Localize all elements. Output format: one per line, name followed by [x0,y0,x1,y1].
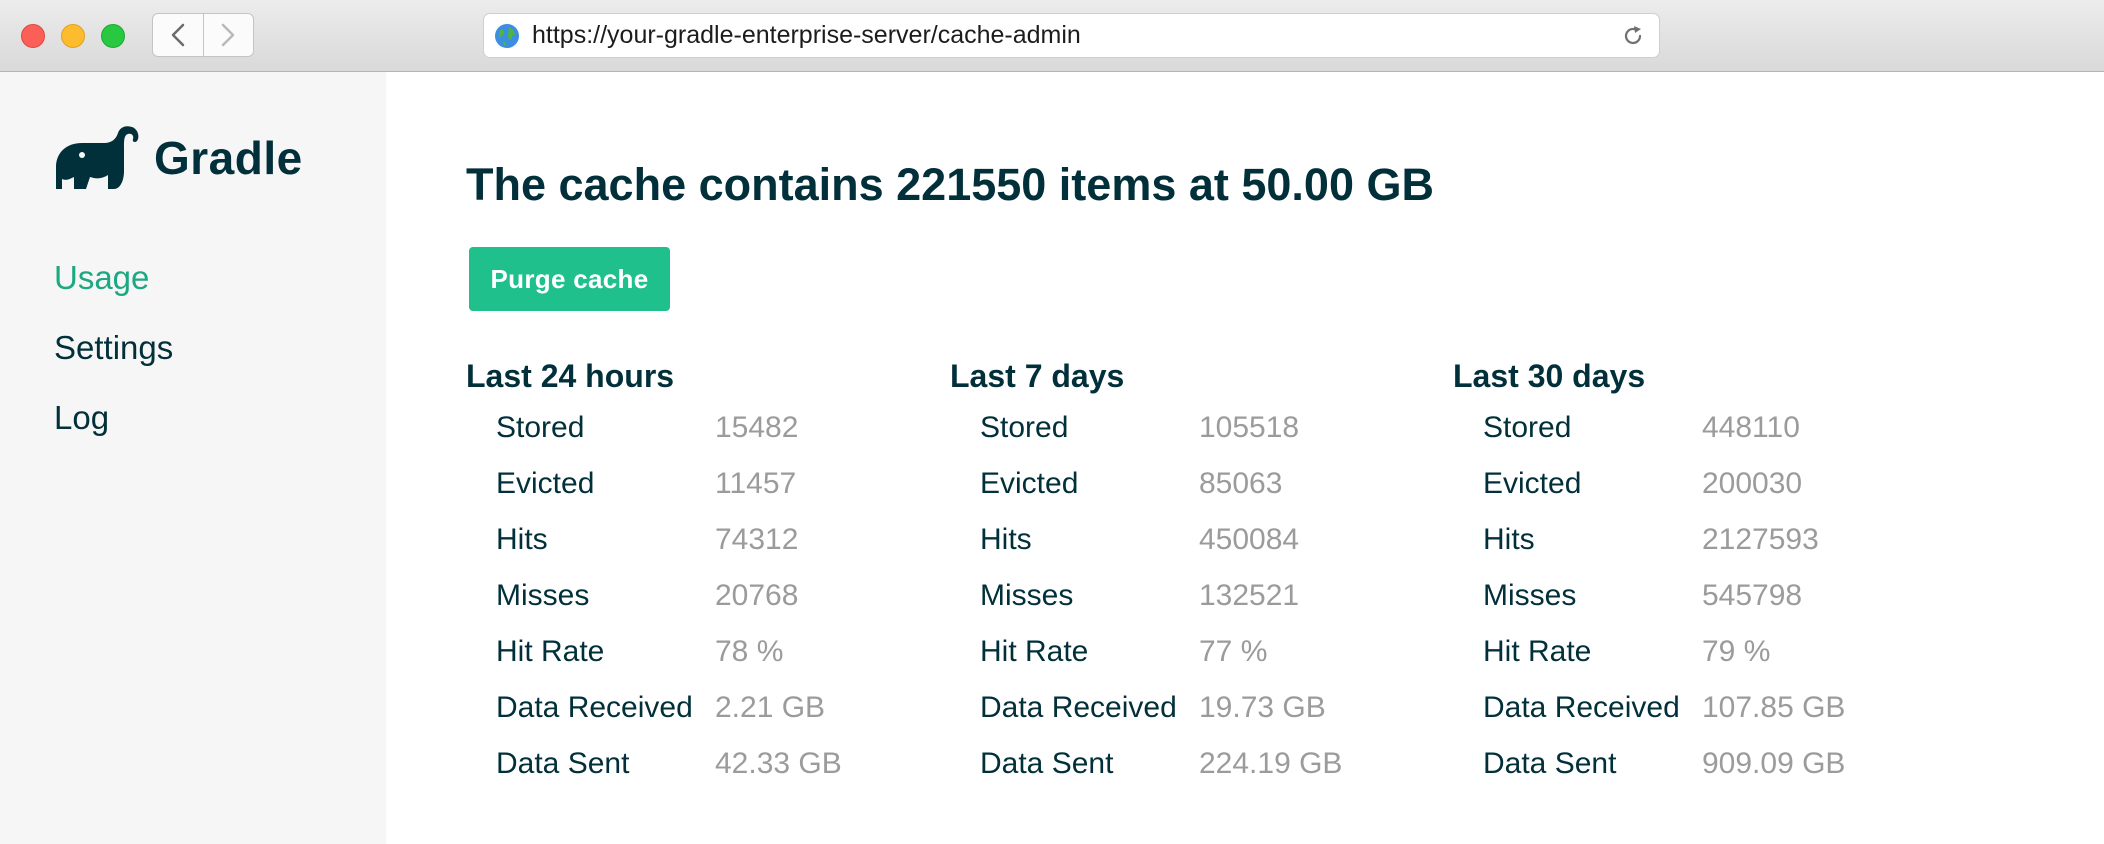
stat-label: Data Sent [496,747,630,780]
purge-cache-button[interactable]: Purge cache [469,247,670,311]
stats-title: Last 24 hours [466,358,675,394]
stat-label: Hits [496,523,548,556]
stat-value: 11457 [715,467,797,500]
stat-value: 200030 [1702,467,1803,500]
stat-value: 132521 [1199,579,1300,612]
nav-settings[interactable]: Settings [54,328,173,368]
stat-row: Hits 450084 [950,512,1299,568]
stat-value: 78 % [715,635,784,668]
stat-label: Stored [496,411,585,444]
stat-row: Stored 105518 [950,400,1299,456]
stat-value: 224.19 GB [1199,747,1343,780]
stats-title: Last 7 days [950,358,1125,394]
stat-row: Data Received 107.85 GB [1453,680,1845,736]
stat-label: Hit Rate [496,635,605,668]
stat-row: Data Received 19.73 GB [950,680,1326,736]
stat-label: Hit Rate [1483,635,1592,668]
stat-value: 2127593 [1702,523,1819,556]
main-content: The cache contains 221550 items at 50.00… [386,72,2104,844]
minimize-window-icon[interactable] [61,24,85,48]
sidebar: Gradle Usage Settings Log [0,72,386,844]
stat-value: 19.73 GB [1199,691,1326,724]
stat-row: Data Sent 909.09 GB [1453,736,1845,792]
stat-row: Hits 74312 [466,512,798,568]
stat-label: Hits [980,523,1032,556]
stat-value: 450084 [1199,523,1300,556]
stat-row: Data Sent 42.33 GB [466,736,842,792]
stat-row: Evicted 200030 [1453,456,1802,512]
stat-value: 545798 [1702,579,1803,612]
stat-value: 79 % [1702,635,1771,668]
stat-label: Evicted [496,467,595,500]
stat-value: 448110 [1702,411,1800,444]
stat-label: Misses [980,579,1074,612]
close-window-icon[interactable] [21,24,45,48]
browser-toolbar: https://your-gradle-enterprise-server/ca… [0,0,2104,72]
stat-value: 909.09 GB [1702,747,1846,780]
stat-row: Hit Rate 78 % [466,624,783,680]
stat-label: Misses [1483,579,1577,612]
url-text: https://your-gradle-enterprise-server/ca… [532,21,1081,49]
stat-row: Data Sent 224.19 GB [950,736,1342,792]
stat-row: Misses 20768 [466,568,798,624]
stat-label: Data Sent [1483,747,1617,780]
forward-button[interactable] [202,14,254,56]
address-bar[interactable]: https://your-gradle-enterprise-server/ca… [483,13,1660,58]
stats-last-7-days: Last 7 days Stored 105518 Evicted 85063 Hi… [950,352,1342,792]
reload-icon[interactable] [1621,24,1645,48]
stat-row: Misses 132521 [950,568,1299,624]
stats-last-24-hours: Last 24 hours Stored 15482 Evicted 11457 H… [466,352,842,792]
stat-label: Stored [1483,411,1572,444]
back-button[interactable] [153,14,203,56]
stat-value: 2.21 GB [715,691,826,724]
forward-arrow-icon [222,23,235,47]
stat-row: Evicted 85063 [950,456,1282,512]
stat-value: 15482 [715,411,799,444]
stats-title: Last 30 days [1453,358,1646,394]
stat-label: Stored [980,411,1069,444]
nav-log[interactable]: Log [54,398,109,438]
stat-label: Data Received [496,691,693,724]
globe-icon [495,24,519,48]
stat-value: 42.33 GB [715,747,842,780]
stat-row: Hit Rate 77 % [950,624,1267,680]
stat-label: Data Received [1483,691,1680,724]
stat-row: Hit Rate 79 % [1453,624,1770,680]
stat-label: Evicted [980,467,1079,500]
logo-text: Gradle [154,132,303,184]
gradle-elephant-logo [56,126,139,189]
stat-value: 107.85 GB [1702,691,1846,724]
nav-usage[interactable]: Usage [54,258,149,298]
stat-value: 20768 [715,579,799,612]
stat-label: Hits [1483,523,1535,556]
stat-label: Data Received [980,691,1177,724]
stat-value: 74312 [715,523,799,556]
stat-value: 85063 [1199,467,1283,500]
stat-row: Misses 545798 [1453,568,1802,624]
stat-value: 77 % [1199,635,1268,668]
stat-row: Hits 2127593 [1453,512,1819,568]
stat-row: Evicted 11457 [466,456,796,512]
stat-label: Data Sent [980,747,1114,780]
stat-label: Evicted [1483,467,1582,500]
stat-row: Data Received 2.21 GB [466,680,825,736]
stats-last-30-days: Last 30 days Stored 448110 Evicted 200030 … [1453,352,1845,792]
stat-value: 105518 [1199,411,1300,444]
page-title: The cache contains 221550 items at 50.00… [466,159,1434,210]
back-arrow-icon [171,23,184,47]
zoom-window-icon[interactable] [101,24,125,48]
stat-label: Misses [496,579,590,612]
stat-row: Stored 15482 [466,400,798,456]
stat-label: Hit Rate [980,635,1089,668]
stat-row: Stored 448110 [1453,400,1800,456]
history-nav [152,13,254,57]
gradle-logo[interactable]: Gradle [52,122,303,194]
